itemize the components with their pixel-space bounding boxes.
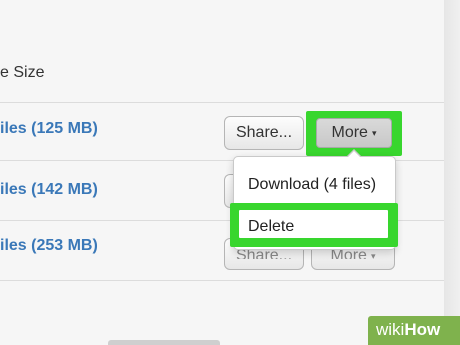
panel-edge: [444, 0, 460, 345]
menu-item-delete[interactable]: Delete: [248, 216, 294, 238]
menu-item-download[interactable]: Download (4 files): [248, 174, 376, 196]
caret-down-icon: ▾: [371, 128, 377, 138]
row-divider: [0, 280, 444, 281]
size-column-header: e Size: [0, 64, 45, 81]
watermark-wiki: wiki: [376, 320, 405, 339]
screen: e Size iles (125 MB) iles (142 MB) iles …: [0, 0, 460, 345]
file-list-panel: e Size iles (125 MB) iles (142 MB) iles …: [0, 0, 444, 345]
file-group-link-3[interactable]: iles (253 MB): [0, 234, 98, 258]
dropdown-pointer-fill: [347, 151, 361, 158]
share-button-row-1[interactable]: Share...: [224, 116, 304, 150]
row-divider: [0, 102, 444, 103]
file-group-link-1[interactable]: iles (125 MB): [0, 117, 98, 141]
watermark-how: How: [404, 320, 441, 339]
bottom-button-hint: [108, 340, 220, 345]
file-group-link-2[interactable]: iles (142 MB): [0, 178, 98, 202]
more-button-row-1[interactable]: More ▾: [316, 118, 392, 148]
wikihow-watermark-text: wikiHow: [376, 319, 440, 341]
more-button-label: More: [331, 124, 368, 142]
share-button-label: Share...: [235, 124, 293, 141]
